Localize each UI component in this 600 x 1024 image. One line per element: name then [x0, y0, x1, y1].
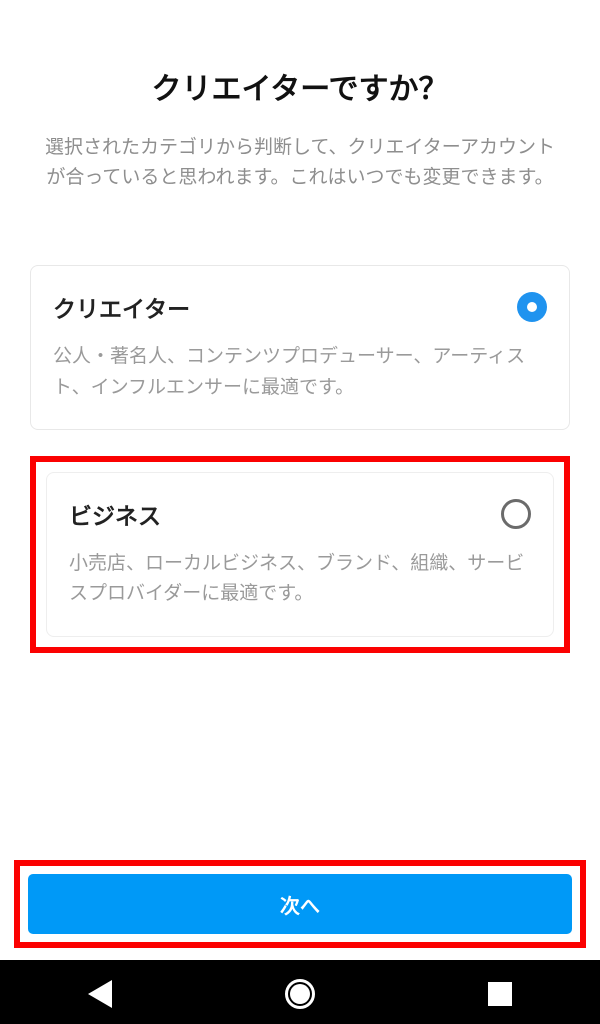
android-nav-bar: [0, 960, 600, 1024]
option-label: ビジネス: [69, 497, 161, 531]
recents-button[interactable]: [478, 972, 522, 1016]
highlight-annotation: 次へ: [14, 860, 586, 948]
option-creator[interactable]: クリエイター 公人・著名人、コンテンツプロデューサー、アーティスト、インフルエン…: [30, 265, 570, 430]
option-label: クリエイター: [53, 290, 190, 324]
back-button[interactable]: [78, 972, 122, 1016]
radio-unselected-icon: [501, 499, 531, 529]
next-button[interactable]: 次へ: [28, 874, 572, 934]
option-description: 公人・著名人、コンテンツプロデューサー、アーティスト、インフルエンサーに最適です…: [53, 342, 547, 403]
option-description: 小売店、ローカルビジネス、ブランド、組織、サービスプロバイダーに最適です。: [69, 549, 531, 610]
option-business[interactable]: ビジネス 小売店、ローカルビジネス、ブランド、組織、サービスプロバイダーに最適で…: [46, 472, 554, 637]
page-title: クリエイターですか？: [30, 70, 570, 111]
highlight-annotation: ビジネス 小売店、ローカルビジネス、ブランド、組織、サービスプロバイダーに最適で…: [30, 456, 570, 653]
home-icon: [285, 979, 315, 1009]
radio-selected-icon: [517, 292, 547, 322]
page-subtitle: 選択されたカテゴリから判断して、クリエイターアカウントが合っていると思われます。…: [30, 133, 570, 194]
recents-icon: [488, 982, 512, 1006]
home-button[interactable]: [278, 972, 322, 1016]
back-icon: [88, 980, 112, 1008]
